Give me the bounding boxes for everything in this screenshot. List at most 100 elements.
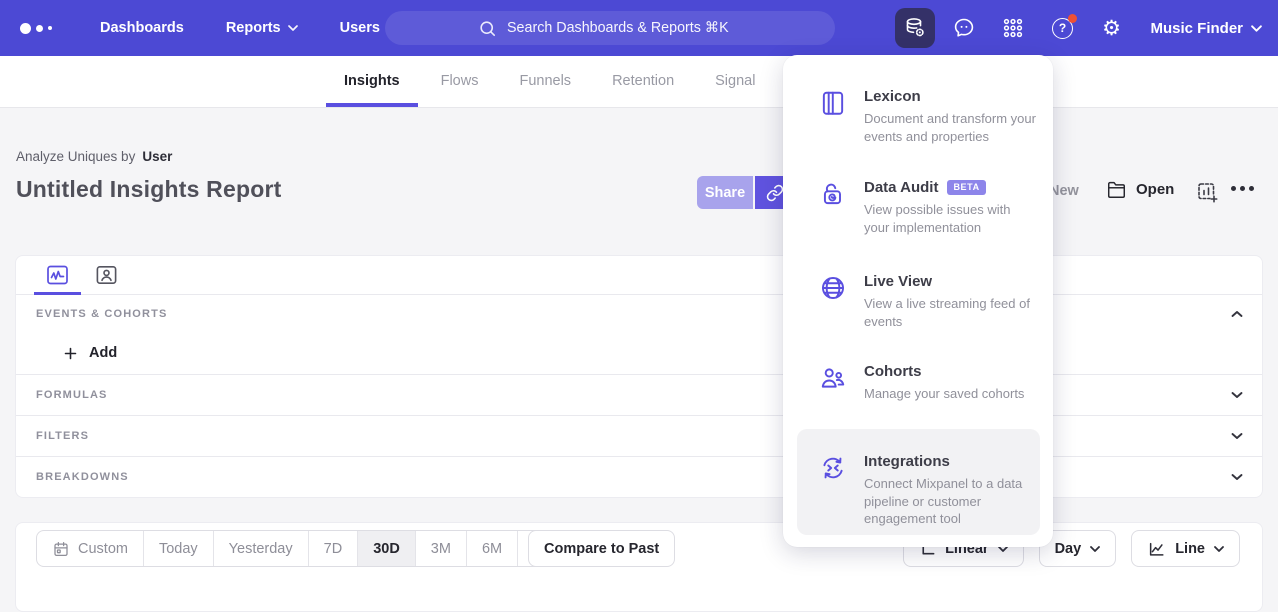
share-split-button: Share: [697, 176, 795, 209]
range-6m[interactable]: 6M: [467, 531, 518, 566]
calendar-icon: [52, 540, 70, 558]
tab-users-view[interactable]: [91, 256, 121, 294]
mixpanel-logo-icon[interactable]: [20, 23, 66, 34]
active-tab-underline: [326, 103, 418, 107]
menu-item-description: View possible issues with your implement…: [864, 201, 1039, 236]
ellipsis-icon: [1231, 186, 1236, 191]
section-events-cohorts[interactable]: EVENTS & COHORTS: [16, 295, 1262, 332]
range-3m[interactable]: 3M: [416, 531, 467, 566]
section-formulas[interactable]: FORMULAS: [16, 374, 1262, 415]
plus-icon: [63, 346, 78, 361]
new-report-button[interactable]: New: [1049, 183, 1079, 199]
search-icon: [478, 19, 497, 38]
section-filters[interactable]: FILTERS: [16, 415, 1262, 456]
navbar-right-cluster: ? ⚙ Music Finder: [895, 0, 1262, 56]
open-report-button[interactable]: Open: [1106, 180, 1174, 199]
user-card-icon: [95, 264, 118, 286]
add-event-button[interactable]: Add: [63, 345, 117, 361]
menu-item-title: Lexicon: [864, 88, 921, 105]
sync-icon: [819, 453, 847, 487]
query-builder-card: EVENTS & COHORTS Add FORMULAS FILTERS BR…: [15, 255, 1263, 498]
tab-insights[interactable]: Insights: [326, 56, 418, 107]
chevron-down-icon[interactable]: [1231, 432, 1243, 440]
gear-icon: ⚙: [1102, 18, 1121, 39]
help-button[interactable]: ?: [1042, 8, 1082, 48]
data-management-menu: Lexicon Document and transform your even…: [783, 55, 1053, 547]
menu-item-description: View a live streaming feed of events: [864, 295, 1039, 330]
chevron-down-icon[interactable]: [1231, 391, 1243, 399]
nav-item-reports[interactable]: Reports: [226, 20, 298, 36]
primary-nav: Dashboards Reports Users: [100, 20, 380, 36]
database-gear-icon: [903, 16, 927, 40]
chevron-down-icon: [288, 25, 298, 31]
add-to-dashboard-button[interactable]: [1196, 181, 1219, 209]
more-options-button[interactable]: [1231, 186, 1254, 191]
menu-item-lexicon[interactable]: Lexicon Document and transform your even…: [819, 88, 1039, 145]
range-yesterday[interactable]: Yesterday: [214, 531, 309, 566]
report-tabbar: Insights Flows Funnels Retention Signal …: [0, 56, 1278, 108]
globe-icon: [819, 273, 847, 307]
tab-events-view[interactable]: [34, 256, 81, 294]
tab-flows[interactable]: Flows: [423, 56, 497, 107]
chevron-down-icon: [1251, 25, 1262, 32]
nav-item-users[interactable]: Users: [340, 20, 380, 36]
top-navbar: Dashboards Reports Users: [0, 0, 1278, 56]
section-label: BREAKDOWNS: [36, 471, 129, 483]
notification-dot: [1068, 14, 1077, 23]
chevron-down-icon: [1214, 546, 1224, 552]
tab-retention[interactable]: Retention: [594, 56, 692, 107]
nav-item-dashboards[interactable]: Dashboards: [100, 20, 184, 36]
section-label: FORMULAS: [36, 389, 108, 401]
menu-item-live-view[interactable]: Live View View a live streaming feed of …: [819, 273, 1039, 330]
menu-item-description: Connect Mixpanel to a data pipeline or c…: [864, 475, 1039, 528]
menu-item-title: Data Audit: [864, 179, 938, 196]
folder-icon: [1106, 180, 1127, 199]
page-title[interactable]: Untitled Insights Report: [16, 176, 281, 203]
data-management-button[interactable]: [895, 8, 935, 48]
events-add-row: Add: [16, 332, 1262, 374]
chart-controls-card: Custom Today Yesterday 7D 30D 3M 6M 12M …: [15, 522, 1263, 612]
section-label: FILTERS: [36, 430, 89, 442]
project-switcher[interactable]: Music Finder: [1150, 20, 1262, 37]
feedback-button[interactable]: [944, 8, 984, 48]
board-add-icon: [1196, 181, 1219, 204]
people-icon: [819, 363, 847, 397]
range-today[interactable]: Today: [144, 531, 214, 566]
menu-item-cohorts[interactable]: Cohorts Manage your saved cohorts: [819, 363, 1039, 403]
menu-item-integrations[interactable]: Integrations Connect Mixpanel to a data …: [819, 453, 1039, 528]
line-chart-icon: [45, 264, 70, 286]
chart-type-dropdown[interactable]: Line: [1131, 530, 1240, 567]
search-input[interactable]: [507, 20, 742, 36]
tab-funnels[interactable]: Funnels: [501, 56, 589, 107]
chevron-down-icon: [1090, 546, 1100, 552]
menu-item-title: Cohorts: [864, 363, 922, 380]
settings-button[interactable]: ⚙: [1091, 8, 1131, 48]
range-custom[interactable]: Custom: [37, 531, 144, 566]
menu-item-description: Document and transform your events and p…: [864, 110, 1039, 145]
menu-item-title: Live View: [864, 273, 932, 290]
range-7d[interactable]: 7D: [309, 531, 359, 566]
compare-to-past-button[interactable]: Compare to Past: [528, 530, 675, 567]
menu-item-title: Integrations: [864, 453, 950, 470]
menu-item-description: Manage your saved cohorts: [864, 385, 1024, 403]
apps-grid-button[interactable]: [993, 8, 1033, 48]
line-chart-icon: [1147, 540, 1166, 558]
date-range-segmented-control: Custom Today Yesterday 7D 30D 3M 6M 12M: [36, 530, 577, 567]
builder-view-tabs: [16, 256, 1262, 295]
lock-icon: [819, 179, 847, 213]
report-subtitle: Analyze Uniques byUser: [16, 149, 172, 164]
chevron-down-icon[interactable]: [1231, 473, 1243, 481]
section-label: EVENTS & COHORTS: [36, 308, 167, 320]
section-breakdowns[interactable]: BREAKDOWNS: [16, 456, 1262, 497]
grid-dots-icon: [1001, 16, 1025, 40]
chevron-up-icon[interactable]: [1231, 310, 1243, 318]
share-button[interactable]: Share: [697, 176, 753, 209]
link-icon: [766, 184, 784, 202]
tab-signal[interactable]: Signal: [697, 56, 773, 107]
global-search[interactable]: [385, 11, 835, 45]
project-name: Music Finder: [1150, 20, 1243, 37]
analyze-entity[interactable]: User: [142, 149, 172, 164]
book-icon: [819, 88, 847, 122]
range-30d[interactable]: 30D: [358, 531, 416, 566]
menu-item-data-audit[interactable]: Data Audit BETA View possible issues wit…: [819, 179, 1039, 236]
